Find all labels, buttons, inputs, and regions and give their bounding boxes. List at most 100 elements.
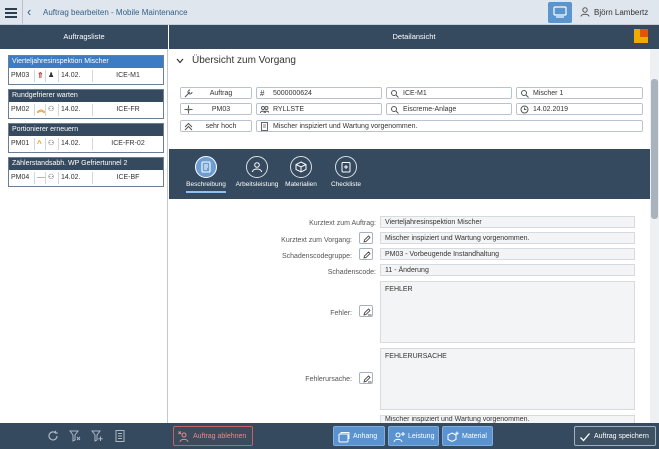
button-label: Anhang xyxy=(353,433,378,440)
tab-label: Arbeitsleistung xyxy=(235,181,279,188)
checklist-icon xyxy=(341,162,351,173)
label-schadenscodegruppe: Schadenscodegruppe: xyxy=(281,253,352,260)
user-icon[interactable] xyxy=(580,7,590,17)
kurztext-auftrag-field[interactable]: Vierteljahresinspektion Mischer xyxy=(380,216,635,228)
edit-button[interactable] xyxy=(359,232,373,244)
tab-icon-wrapper xyxy=(246,156,268,178)
order-type: PM04 xyxy=(9,172,35,184)
edit-button[interactable] xyxy=(359,248,373,260)
fehler-textarea[interactable]: FEHLER xyxy=(380,281,635,343)
priority-high-icon: ︽ xyxy=(37,104,46,116)
menu-icon[interactable] xyxy=(5,8,17,18)
tab-label: Checkliste xyxy=(331,181,361,188)
chevron-down-icon[interactable] xyxy=(176,58,184,64)
edit-text-button[interactable] xyxy=(359,305,373,317)
order-title: Portionierer erneuern xyxy=(9,124,163,136)
scrollbar-thumb[interactable] xyxy=(651,79,658,219)
notification-button[interactable] xyxy=(548,2,572,23)
edit-text-button[interactable] xyxy=(359,372,373,384)
detail-header: Detailansicht xyxy=(169,25,659,49)
label-kurztext-vorgang: Kurztext zum Vorgang: xyxy=(281,237,352,244)
list-icon[interactable] xyxy=(115,430,125,442)
order-type-field: Auftrag xyxy=(180,87,252,99)
app-title: Auftrag bearbeiten - Mobile Maintenance xyxy=(43,8,188,17)
pencil-icon xyxy=(363,251,371,259)
tab-icon-wrapper xyxy=(290,156,312,178)
priority-very-high-icon: ⇑ xyxy=(35,70,46,82)
tab-materialien[interactable]: Materialien xyxy=(276,156,326,188)
person-icon xyxy=(252,162,262,173)
filter-clear-icon[interactable] xyxy=(69,430,81,442)
user-name[interactable]: Björn Lambertz xyxy=(594,8,648,17)
order-item[interactable]: Rundgefrierer warten PM02 ︽ ⚇ 14.02. ICE… xyxy=(8,89,164,119)
search-plant-icon xyxy=(391,106,399,114)
document-icon xyxy=(261,122,268,131)
order-location: ICE-FR xyxy=(116,106,140,113)
checkmark-icon xyxy=(580,433,590,442)
filter-add-icon[interactable] xyxy=(91,430,103,442)
order-date: 14.02. xyxy=(59,172,93,184)
back-icon[interactable]: ‹ xyxy=(27,5,31,19)
fehlerursache-textarea[interactable]: FEHLERURSACHE xyxy=(380,348,635,410)
equipment-field: Mischer 1 xyxy=(516,87,643,99)
date-field: 14.02.2019 xyxy=(516,103,643,115)
box-add-icon xyxy=(447,431,459,443)
tab-arbeitsleistung[interactable]: Arbeitsleistung xyxy=(232,156,282,188)
material-button[interactable]: Material xyxy=(442,426,493,446)
order-location: ICE-BF xyxy=(116,174,140,181)
order-date: 14.02. xyxy=(59,138,93,150)
order-list-header: Auftragsliste xyxy=(0,25,168,49)
clock-icon xyxy=(520,105,529,114)
order-type: PM03 xyxy=(9,70,35,82)
team-icon: ⚇ xyxy=(46,104,59,116)
order-title: Rundgefrierer warten xyxy=(9,90,163,102)
active-tab-indicator xyxy=(186,191,226,193)
schadenscode-field[interactable]: 11 - Änderung xyxy=(380,264,635,276)
edit-text-icon xyxy=(363,375,372,383)
sync-device-icon xyxy=(553,6,567,18)
tab-label: Beschreibung xyxy=(186,181,226,188)
tab-icon-wrapper xyxy=(335,156,357,178)
order-title: Zählerstandsabh. WP Gefriertunnel 2 xyxy=(9,158,163,170)
label-fehlerursache: Fehlerursache: xyxy=(305,376,352,383)
order-row: PM03 ⇑ ♟ 14.02. ICE-M1 xyxy=(9,68,163,84)
label-kurztext-auftrag: Kurztext zum Auftrag: xyxy=(309,220,376,227)
scrollbar[interactable] xyxy=(650,49,659,423)
schadenscodegruppe-field[interactable]: PM03 - Vorbeugende Instandhaltung xyxy=(380,248,635,260)
person-remove-icon xyxy=(178,431,189,443)
refresh-icon[interactable] xyxy=(47,430,59,442)
top-bar: ‹ Auftrag bearbeiten - Mobile Maintenanc… xyxy=(0,0,659,25)
label-fehler: Fehler: xyxy=(330,310,352,317)
document-icon xyxy=(201,161,211,173)
order-item[interactable]: Portionierer erneuern PM01 ^ ⚇ 14.02. IC… xyxy=(8,123,164,153)
hash-icon: # xyxy=(260,89,265,98)
button-label: Auftrag ablehnen xyxy=(193,433,247,440)
labor-button[interactable]: Leistung xyxy=(388,426,439,446)
edit-text-icon xyxy=(363,308,372,316)
order-location: ICE-M1 xyxy=(116,72,140,79)
tab-beschreibung[interactable]: Beschreibung xyxy=(181,156,231,193)
tab-checkliste[interactable]: Checkliste xyxy=(321,156,371,188)
kurztext-vorgang-field[interactable]: Mischer inspiziert und Wartung vorgenomm… xyxy=(380,232,635,244)
button-label: Material xyxy=(462,433,487,440)
attachment-button[interactable]: Anhang xyxy=(333,426,385,446)
button-label: Auftrag speichern xyxy=(594,433,649,440)
order-title: Vierteljahresinspektion Mischer xyxy=(9,56,163,68)
order-date: 14.02. xyxy=(59,70,93,82)
pencil-icon xyxy=(363,235,371,243)
order-row: PM02 ︽ ⚇ 14.02. ICE-FR xyxy=(9,102,163,118)
reject-order-button[interactable]: Auftrag ablehnen xyxy=(173,426,253,446)
attachment-icon xyxy=(338,432,350,443)
tab-label: Materialien xyxy=(285,181,317,188)
order-row: PM04 — ⚇ 14.02. ICE-BF xyxy=(9,170,163,186)
priority-medium-icon: ^ xyxy=(35,138,46,150)
save-order-button[interactable]: Auftrag speichern xyxy=(574,426,656,446)
order-item[interactable]: Zählerstandsabh. WP Gefriertunnel 2 PM04… xyxy=(8,157,164,187)
order-item[interactable]: Vierteljahresinspektion Mischer PM03 ⇑ ♟… xyxy=(8,55,164,85)
planner-field: RYLLSTE xyxy=(256,103,382,115)
team-icon: ⚇ xyxy=(46,172,59,184)
divider xyxy=(22,0,23,25)
team-icon xyxy=(260,106,269,114)
activity-type-field: PM03 xyxy=(180,103,252,115)
label-schadenscode: Schadenscode: xyxy=(327,269,376,276)
